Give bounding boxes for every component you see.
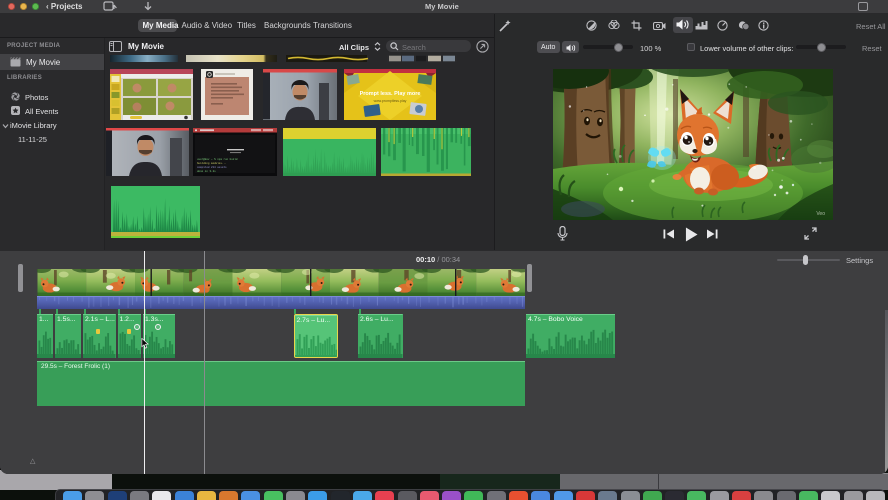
svg-text:building modules...: building modules... [197, 161, 227, 165]
svg-text:user@dev ~ % npm run build: user@dev ~ % npm run build [197, 157, 238, 161]
svg-text:done in 3.2s: done in 3.2s [197, 169, 216, 173]
svg-text:www.promptless.play: www.promptless.play [374, 99, 407, 103]
svg-text:compiled 214 assets: compiled 214 assets [197, 165, 227, 169]
svg-text:Veo: Veo [816, 211, 825, 217]
svg-text:Prompt less. Play more: Prompt less. Play more [360, 91, 421, 97]
